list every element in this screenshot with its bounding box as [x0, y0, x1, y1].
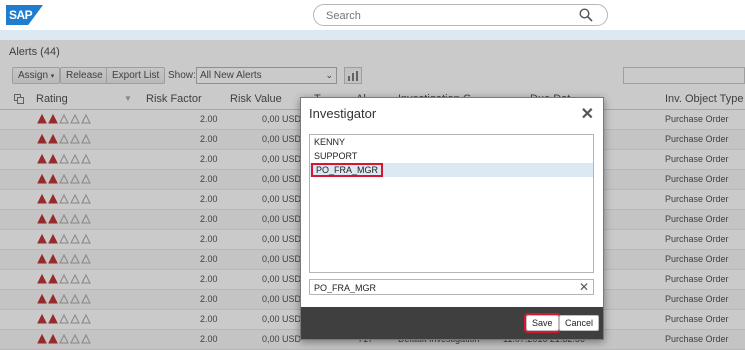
investigator-value-field[interactable]: ✕	[309, 279, 594, 295]
investigator-dialog: Investigator ✕ KENNY SUPPORT PO_FRA_MGR …	[300, 97, 604, 340]
list-item[interactable]: KENNY	[310, 135, 593, 149]
list-item-selected[interactable]: PO_FRA_MGR	[310, 163, 593, 177]
header-band	[0, 30, 745, 40]
search-field[interactable]	[313, 4, 608, 26]
search-input[interactable]	[326, 8, 566, 23]
clear-icon[interactable]: ✕	[579, 280, 589, 294]
investigator-input[interactable]	[314, 282, 574, 293]
save-button[interactable]: Save	[524, 313, 561, 333]
dialog-title: Investigator	[309, 106, 377, 121]
close-icon[interactable]: ✕	[581, 104, 594, 124]
dialog-footer: Save Cancel	[301, 307, 603, 339]
list-item[interactable]: SUPPORT	[310, 149, 593, 163]
cancel-button[interactable]: Cancel	[559, 315, 600, 331]
search-icon[interactable]	[579, 8, 593, 22]
sap-logo: SAP	[6, 5, 43, 25]
top-bar: SAP	[0, 0, 745, 30]
investigator-list[interactable]: KENNY SUPPORT PO_FRA_MGR	[309, 134, 594, 273]
selection-highlight: PO_FRA_MGR	[311, 163, 384, 177]
